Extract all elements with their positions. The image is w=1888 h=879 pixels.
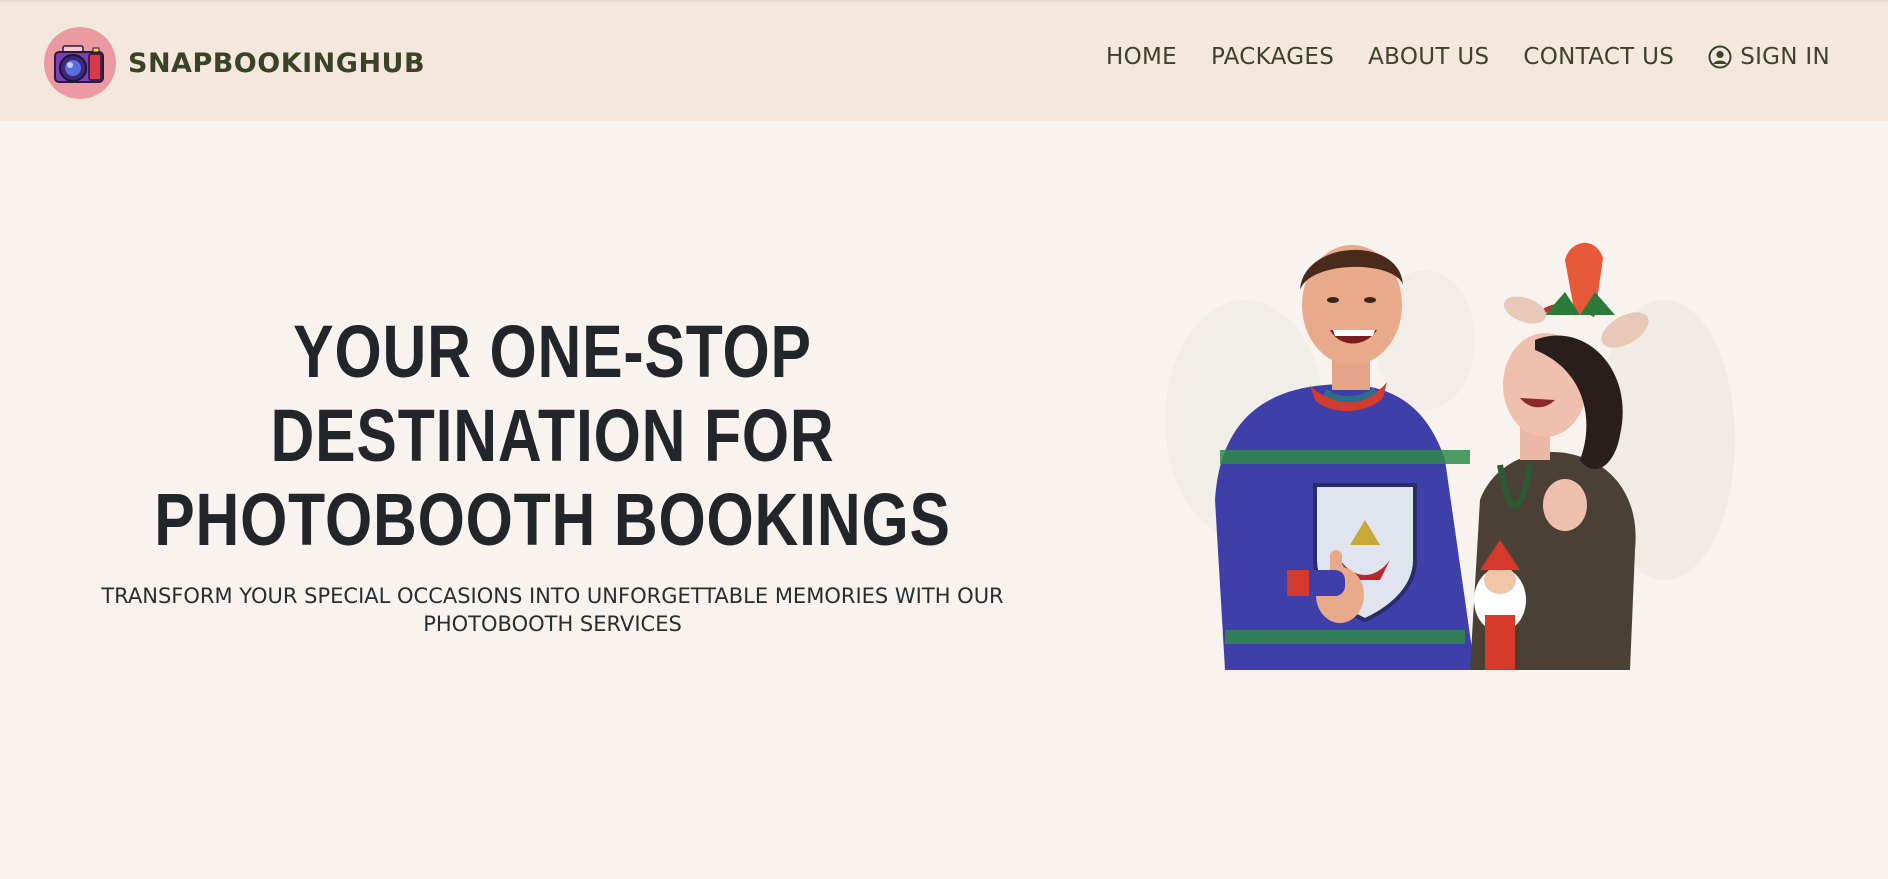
sign-in-button[interactable]: SIGN IN	[1708, 44, 1830, 70]
nav-about-us[interactable]: ABOUT US	[1368, 44, 1489, 70]
top-navbar: SNAPBOOKINGHUB HOME PACKAGES ABOUT US CO…	[0, 0, 1888, 121]
hero-subtitle: TRANSFORM YOUR SPECIAL OCCASIONS INTO UN…	[101, 584, 1004, 636]
camera-icon[interactable]	[44, 27, 116, 99]
main-nav: HOME PACKAGES ABOUT US CONTACT US SIGN I…	[1072, 44, 1830, 70]
sign-in-label[interactable]: SIGN IN	[1740, 44, 1830, 70]
brand-name[interactable]: SNAPBOOKINGHUB	[128, 48, 425, 79]
nav-home[interactable]: HOME	[1106, 44, 1177, 70]
hero-text: YOUR ONE-STOP DESTINATION FOR PHOTOBOOTH…	[40, 310, 1065, 638]
hero-title-line1: YOUR ONE-STOP DESTINATION FOR	[270, 310, 835, 477]
hero-photo	[1125, 220, 1765, 670]
nav-packages[interactable]: PACKAGES	[1211, 44, 1334, 70]
user-circle-icon	[1708, 45, 1732, 69]
nav-contact-us[interactable]: CONTACT US	[1523, 44, 1674, 70]
hero-title: YOUR ONE-STOP DESTINATION FOR PHOTOBOOTH…	[132, 310, 973, 562]
hero-title-line2: PHOTOBOOTH BOOKINGS	[154, 478, 951, 561]
brand[interactable]: SNAPBOOKINGHUB	[44, 26, 425, 100]
